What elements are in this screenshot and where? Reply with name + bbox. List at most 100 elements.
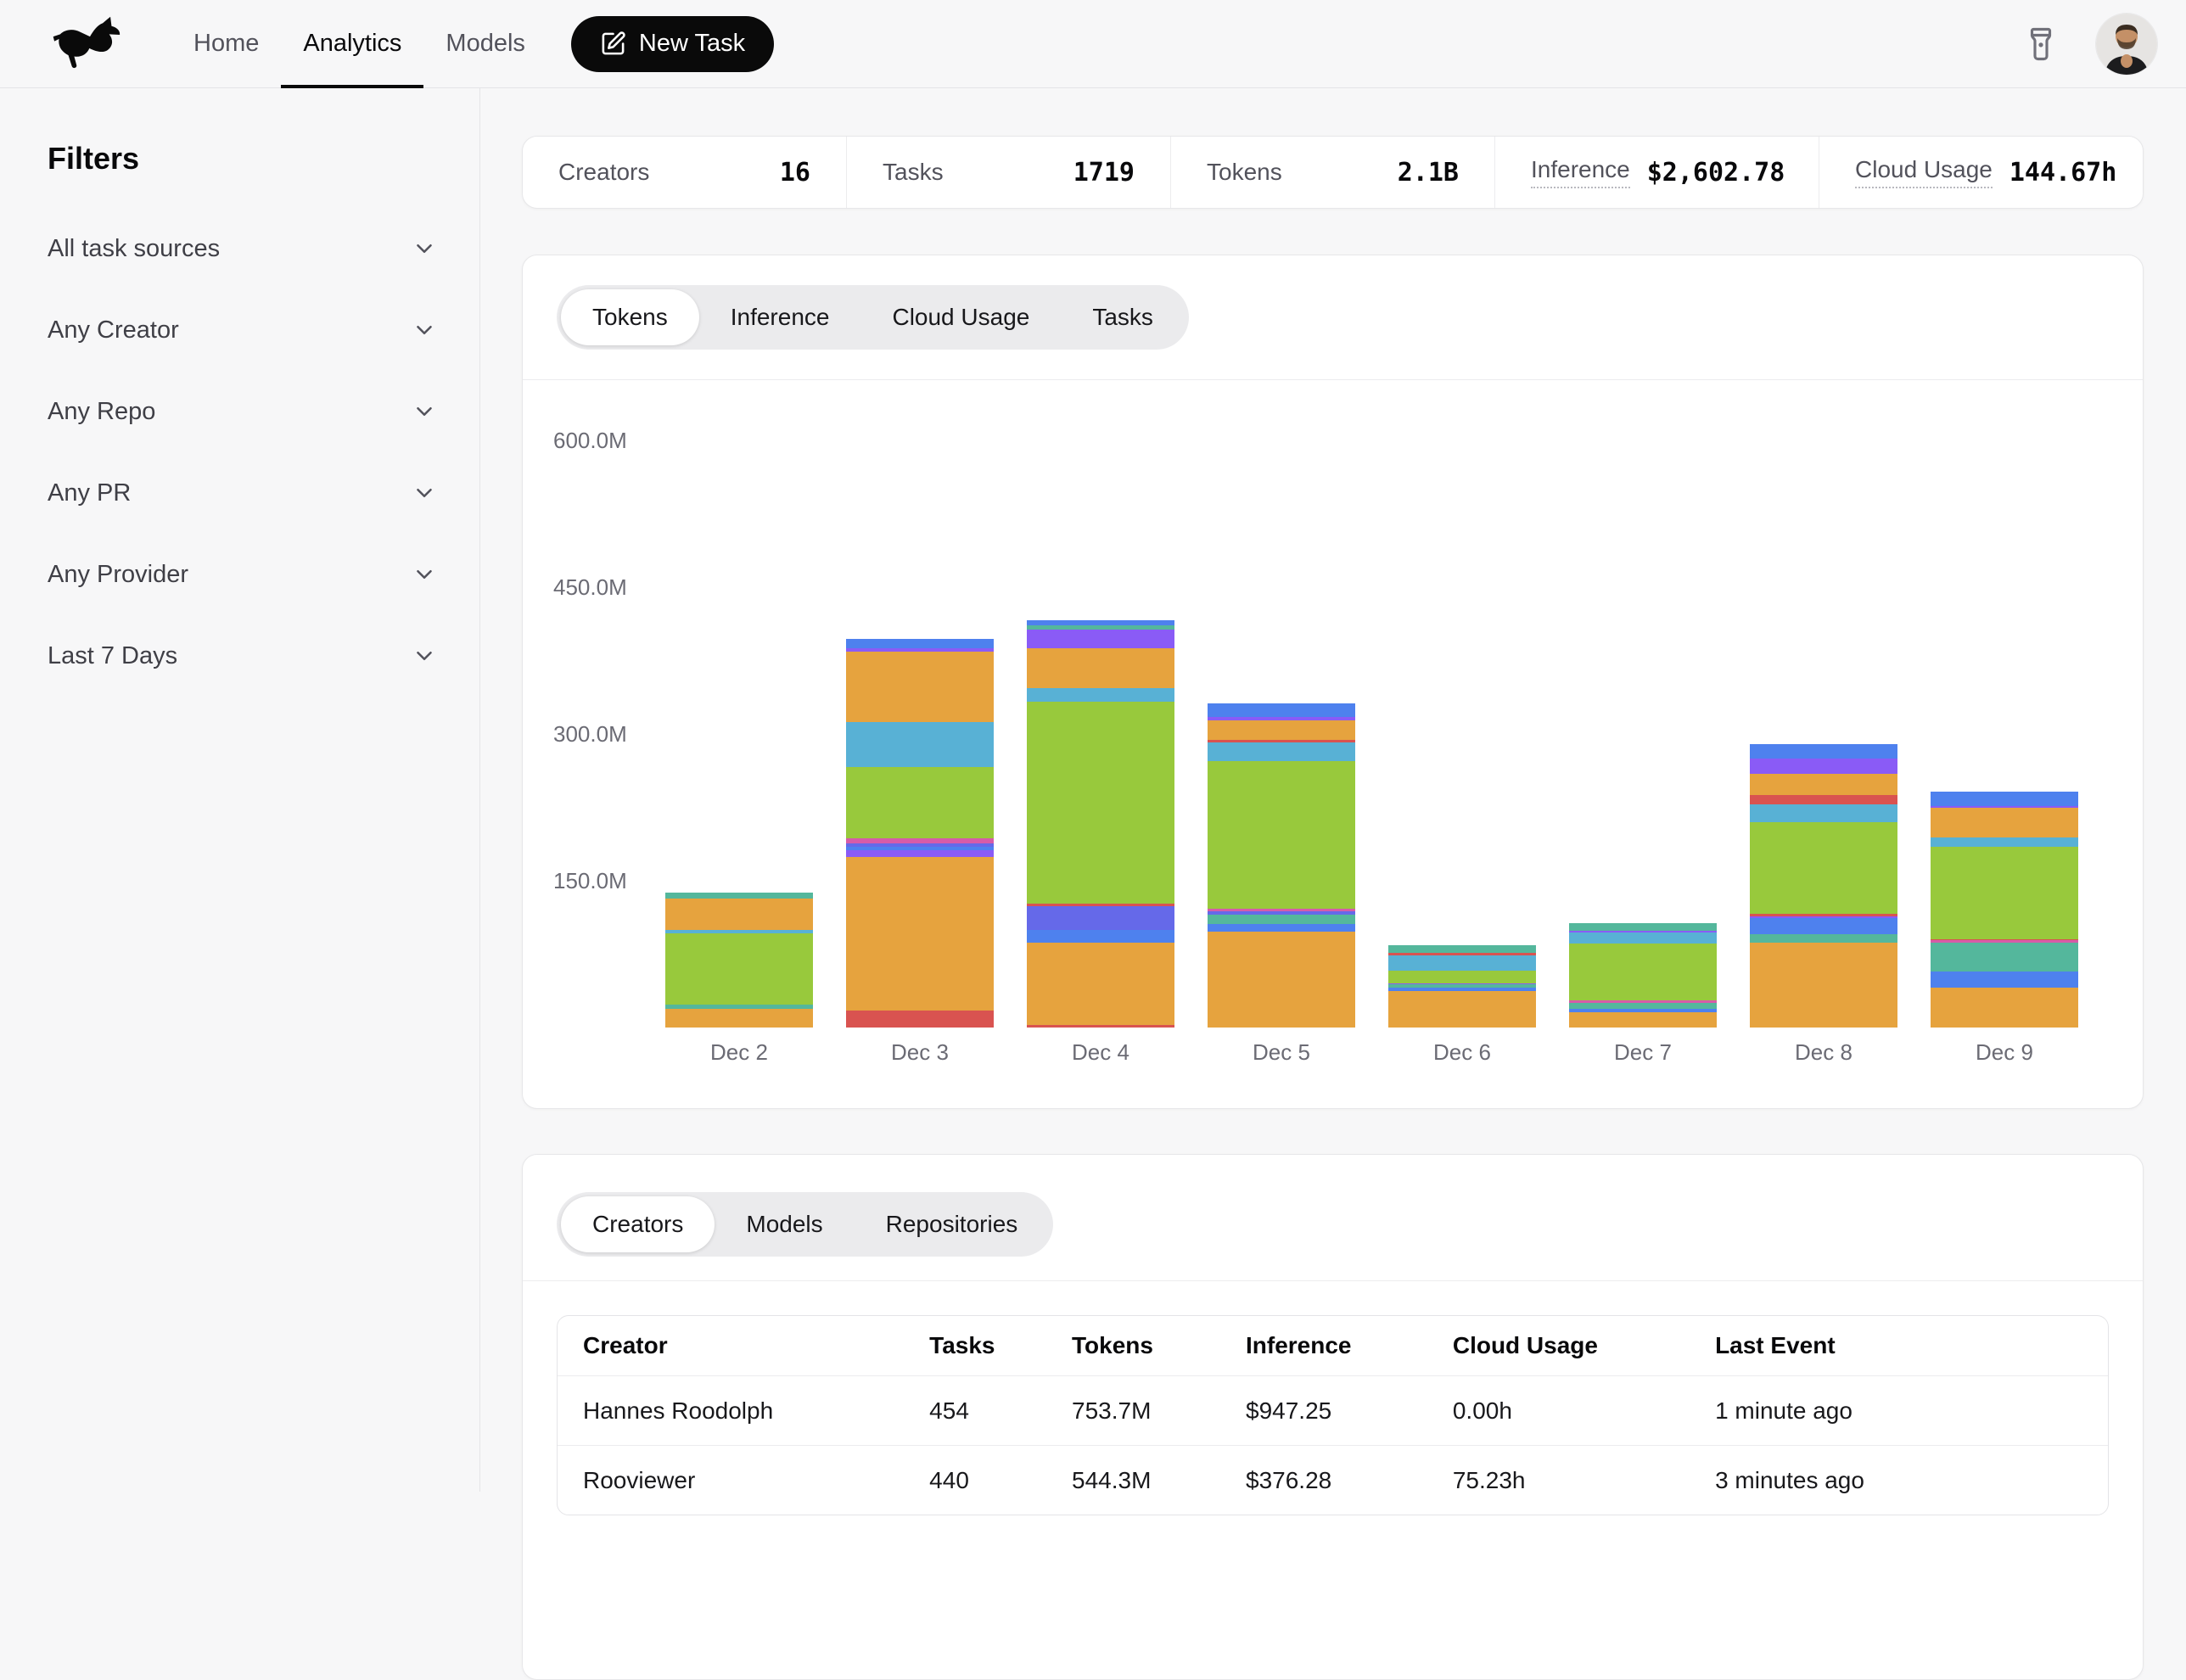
filter-date-range[interactable]: Last 7 Days (48, 638, 437, 674)
nav-analytics[interactable]: Analytics (281, 0, 423, 87)
stat-label[interactable]: Cloud Usage (1855, 156, 1993, 188)
y-tick-label: 150.0M (553, 868, 627, 894)
bar-segment-cyan[interactable] (1208, 742, 1355, 761)
bar-segment-red[interactable] (1027, 1025, 1174, 1028)
bar-segment-blue[interactable] (1931, 972, 2078, 987)
chart-tab-inference[interactable]: Inference (699, 289, 861, 345)
table-header-row: CreatorTasksTokensInferenceCloud UsageLa… (558, 1316, 2108, 1375)
user-avatar[interactable] (2096, 14, 2157, 75)
column-header-inference[interactable]: Inference (1246, 1332, 1453, 1359)
stacked-bar-dec-2[interactable] (665, 893, 813, 1028)
bar-segment-green[interactable] (846, 767, 994, 838)
bar-segment-green[interactable] (1750, 822, 1897, 914)
table-tab-group: Creators Models Repositories (557, 1192, 1053, 1257)
stacked-bar-dec-6[interactable] (1388, 945, 1536, 1028)
bar-segment-teal[interactable] (1208, 915, 1355, 923)
topbar-right (2023, 14, 2157, 75)
bar-segment-teal[interactable] (665, 893, 813, 899)
chevron-down-icon (412, 399, 437, 424)
nav-home[interactable]: Home (171, 0, 281, 87)
bar-segment-teal[interactable] (1931, 943, 2078, 972)
table-row[interactable]: Hannes Roodolph454753.7M$947.250.00h1 mi… (558, 1375, 2108, 1445)
bar-segment-orange[interactable] (1027, 648, 1174, 688)
stacked-bar-dec-8[interactable] (1750, 744, 1897, 1028)
flashlight-icon[interactable] (2023, 26, 2059, 62)
stat-label[interactable]: Inference (1531, 156, 1630, 188)
bar-segment-orange[interactable] (1750, 943, 1897, 1028)
bar-segment-blue[interactable] (846, 639, 994, 649)
filter-label: Last 7 Days (48, 642, 177, 670)
chart-tab-tokens[interactable]: Tokens (561, 289, 699, 345)
filter-task-sources[interactable]: All task sources (48, 231, 437, 266)
table-row[interactable]: Rooviewer440544.3M$376.2875.23h3 minutes… (558, 1445, 2108, 1515)
filter-pr[interactable]: Any PR (48, 475, 437, 511)
stacked-bar-dec-3[interactable] (846, 639, 994, 1028)
bar-segment-green[interactable] (665, 933, 813, 1005)
new-task-button[interactable]: New Task (571, 16, 774, 72)
bar-segment-blue[interactable] (1208, 703, 1355, 717)
bar-segment-orange[interactable] (1208, 932, 1355, 1028)
bar-segment-purple[interactable] (1027, 630, 1174, 648)
table-cell: 454 (929, 1397, 1072, 1425)
filter-repo[interactable]: Any Repo (48, 394, 437, 429)
filter-provider[interactable]: Any Provider (48, 557, 437, 592)
stacked-bar-dec-7[interactable] (1569, 923, 1717, 1028)
table-tab-creators[interactable]: Creators (561, 1196, 715, 1252)
stat-label: Tokens (1207, 159, 1282, 186)
chart-tab-tasks[interactable]: Tasks (1061, 289, 1185, 345)
bar-segment-green[interactable] (1931, 847, 2078, 938)
bar-segment-orange[interactable] (1931, 808, 2078, 837)
kangaroo-logo-icon[interactable] (51, 16, 129, 72)
bar-segment-blue[interactable] (1931, 792, 2078, 806)
bar-segment-indigo[interactable] (1027, 906, 1174, 930)
bar-segment-cyan[interactable] (1027, 688, 1174, 702)
x-tick-label: Dec 7 (1569, 1039, 1717, 1066)
bar-segment-teal[interactable] (1750, 934, 1897, 942)
bar-segment-orange[interactable] (1569, 1012, 1717, 1028)
x-tick-label: Dec 6 (1388, 1039, 1536, 1066)
bar-segment-blue[interactable] (1750, 918, 1897, 935)
bar-segment-orange[interactable] (1750, 774, 1897, 794)
bar-segment-green[interactable] (1027, 702, 1174, 904)
bar-segment-green[interactable] (1208, 761, 1355, 909)
stat-value: 16 (763, 158, 810, 188)
bar-segment-teal[interactable] (1569, 923, 1717, 931)
bar-segment-purple[interactable] (846, 850, 994, 857)
stacked-bar-dec-4[interactable] (1027, 620, 1174, 1028)
bar-segment-blue[interactable] (1208, 924, 1355, 932)
bar-segment-orange[interactable] (846, 857, 994, 1011)
creators-table: CreatorTasksTokensInferenceCloud UsageLa… (557, 1315, 2109, 1515)
chart-tab-cloud-usage[interactable]: Cloud Usage (860, 289, 1061, 345)
bar-segment-cyan[interactable] (1750, 804, 1897, 822)
table-tab-models[interactable]: Models (715, 1196, 854, 1252)
bar-segment-teal[interactable] (1388, 945, 1536, 953)
bar-segment-cyan[interactable] (1569, 932, 1717, 944)
table-tab-repositories[interactable]: Repositories (855, 1196, 1050, 1252)
bar-segment-orange[interactable] (846, 652, 994, 722)
stacked-bar-dec-9[interactable] (1931, 792, 2078, 1028)
bar-segment-cyan[interactable] (846, 722, 994, 767)
bar-segment-orange[interactable] (1027, 943, 1174, 1025)
nav-models[interactable]: Models (423, 0, 547, 87)
stacked-bar-dec-5[interactable] (1208, 703, 1355, 1028)
bar-segment-green[interactable] (1569, 944, 1717, 1000)
bar-segment-red[interactable] (846, 1011, 994, 1028)
bar-segment-orange[interactable] (665, 899, 813, 930)
table-cell: 75.23h (1453, 1467, 1715, 1494)
bar-segment-blue[interactable] (1750, 744, 1897, 759)
bar-segment-orange[interactable] (1208, 720, 1355, 740)
bar-segment-teal[interactable] (1569, 1003, 1717, 1009)
bar-segment-orange[interactable] (665, 1009, 813, 1028)
square-pen-icon (600, 31, 626, 57)
column-header-cloud-usage[interactable]: Cloud Usage (1453, 1332, 1715, 1359)
bar-segment-purple[interactable] (1750, 759, 1897, 774)
breakdown-card: Creators Models Repositories CreatorTask… (522, 1154, 2144, 1680)
bar-segment-blue[interactable] (1027, 930, 1174, 943)
bar-segment-cyan[interactable] (1931, 837, 2078, 848)
bar-segment-orange[interactable] (1388, 991, 1536, 1028)
filter-creator[interactable]: Any Creator (48, 312, 437, 348)
bar-segment-red[interactable] (1750, 795, 1897, 805)
bar-segment-cyan[interactable] (1388, 955, 1536, 970)
bar-segment-green[interactable] (1388, 971, 1536, 983)
bar-segment-orange[interactable] (1931, 988, 2078, 1028)
